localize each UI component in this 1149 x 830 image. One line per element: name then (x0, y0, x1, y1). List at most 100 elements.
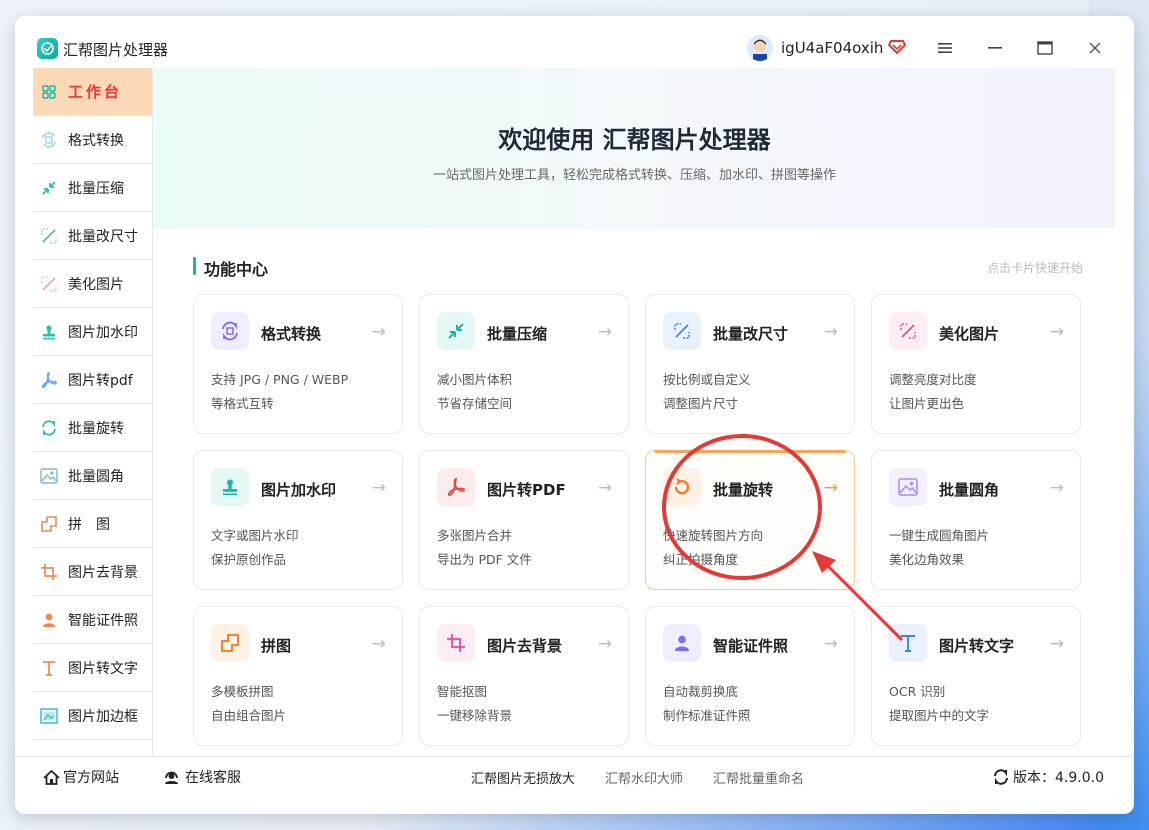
main-content: 欢迎使用 汇帮图片处理器 一站式图片处理工具，轻松完成格式转换、压缩、加水印、拼… (154, 68, 1115, 756)
card-round-corner[interactable]: 批量圆角 → 一键生成圆角图片 美化边角效果 (871, 450, 1081, 590)
sidebar-item-label: 批量压缩 (68, 180, 124, 197)
crop-icon (437, 624, 475, 662)
card-format-convert[interactable]: 格式转换 → 支持 JPG / PNG / WEBP 等格式互转 (193, 294, 403, 434)
card-title: 批量圆角 (939, 481, 1000, 499)
card-desc: 按比例或自定义 (663, 372, 751, 387)
puzzle-icon (39, 514, 59, 534)
card-puzzle[interactable]: 拼图 → 多模板拼图 自由组合图片 (193, 606, 403, 746)
card-desc: 纠正拍摄角度 (663, 552, 739, 567)
sidebar-item-id-photo[interactable]: 智能证件照 (33, 596, 152, 644)
card-watermark[interactable]: 图片加水印 → 文字或图片水印 保护原创作品 (193, 450, 403, 590)
app-logo-icon (37, 38, 58, 59)
sidebar-item-label: 批量改尺寸 (68, 228, 138, 245)
card-to-pdf[interactable]: 图片转PDF → 多张图片合并 导出为 PDF 文件 (419, 450, 629, 590)
sidebar-item-remove-bg[interactable]: 图片去背景 (33, 548, 152, 596)
arrow-right-icon: → (371, 322, 386, 342)
rotate-icon (39, 418, 59, 438)
link-watermark-master[interactable]: 汇帮水印大师 (605, 768, 683, 787)
arrow-right-icon: → (371, 634, 386, 654)
card-desc: 让图片更出色 (889, 396, 965, 411)
welcome-banner: 欢迎使用 汇帮图片处理器 一站式图片处理工具，轻松完成格式转换、压缩、加水印、拼… (154, 68, 1115, 228)
resize-icon (39, 226, 59, 246)
card-desc: 多模板拼图 (211, 684, 274, 699)
card-title: 智能证件照 (713, 637, 789, 655)
card-desc: 多张图片合并 (437, 528, 513, 543)
person-icon (39, 610, 59, 630)
sidebar-item-frame[interactable]: 图片加边框 (33, 692, 152, 740)
sidebar-item-round-corner[interactable]: 批量圆角 (33, 452, 152, 500)
beautify-icon (889, 312, 927, 350)
online-support-label: 在线客服 (185, 770, 241, 786)
card-desc: 制作标准证件照 (663, 708, 751, 723)
app-title: 汇帮图片处理器 (63, 41, 169, 59)
arrow-right-icon: → (1049, 634, 1064, 654)
link-upscale[interactable]: 汇帮图片无损放大 (471, 768, 575, 787)
link-batch-rename[interactable]: 汇帮批量重命名 (713, 768, 804, 787)
vip-diamond-icon[interactable] (887, 37, 907, 59)
section-title: 功能中心 (204, 260, 269, 279)
sidebar-item-compress[interactable]: 批量压缩 (33, 164, 152, 212)
card-desc: 保护原创作品 (211, 552, 287, 567)
sidebar-item-label: 美化图片 (68, 276, 124, 293)
puzzle-icon (211, 624, 249, 662)
card-title: 批量压缩 (487, 325, 548, 343)
sidebar-item-resize[interactable]: 批量改尺寸 (33, 212, 152, 260)
compress-icon (39, 178, 59, 198)
card-desc: 调整亮度对比度 (889, 372, 977, 387)
card-desc: 自动裁剪换底 (663, 684, 739, 699)
arrow-right-icon: → (823, 478, 838, 498)
card-desc: 导出为 PDF 文件 (437, 552, 532, 567)
version-info[interactable]: 版本：4.9.0.0 (993, 767, 1104, 787)
sidebar-item-label: 批量旋转 (68, 420, 124, 437)
sidebar-item-label: 图片加边框 (68, 708, 138, 725)
official-site-link[interactable]: 官方网站 (43, 767, 119, 787)
sidebar-item-ocr[interactable]: 图片转文字 (33, 644, 152, 692)
arrow-right-icon: → (597, 634, 612, 654)
text-icon (889, 624, 927, 662)
beautify-icon (39, 274, 59, 294)
convert-icon (39, 130, 59, 150)
sidebar-item-rotate[interactable]: 批量旋转 (33, 404, 152, 452)
sidebar-item-label: 批量圆角 (68, 468, 124, 485)
card-remove-bg[interactable]: 图片去背景 → 智能抠图 一键移除背景 (419, 606, 629, 746)
card-desc: OCR 识别 (889, 684, 946, 699)
arrow-right-icon: → (371, 478, 386, 498)
sidebar-item-puzzle[interactable]: 拼 图 (33, 500, 152, 548)
sidebar-item-label: 图片转文字 (68, 660, 138, 677)
image-icon (39, 466, 59, 486)
card-batch-compress[interactable]: 批量压缩 → 减小图片体积 节省存储空间 (419, 294, 629, 434)
page-subtitle: 一站式图片处理工具，轻松完成格式转换、压缩、加水印、拼图等操作 (432, 168, 836, 183)
card-desc: 自由组合图片 (211, 708, 287, 723)
page-title: 欢迎使用 汇帮图片处理器 (498, 126, 771, 154)
frame-icon (39, 706, 59, 726)
online-support-link[interactable]: 在线客服 (163, 767, 241, 787)
card-beautify[interactable]: 美化图片 → 调整亮度对比度 让图片更出色 (871, 294, 1081, 434)
maximize-icon[interactable] (1033, 36, 1057, 60)
home-icon (43, 769, 60, 785)
sidebar-item-label: 图片去背景 (68, 564, 138, 581)
card-batch-resize[interactable]: 批量改尺寸 → 按比例或自定义 调整图片尺寸 (645, 294, 855, 434)
menu-icon[interactable] (933, 36, 957, 60)
sidebar-item-format[interactable]: 格式转换 (33, 116, 152, 164)
convert-icon (211, 312, 249, 350)
sidebar-item-watermark[interactable]: 图片加水印 (33, 308, 152, 356)
close-icon[interactable] (1083, 36, 1107, 60)
card-batch-rotate[interactable]: 批量旋转 → 快速旋转图片方向 纠正拍摄角度 (645, 450, 855, 590)
headset-icon (165, 771, 178, 784)
sidebar-item-workbench[interactable]: 工作台 (33, 68, 152, 116)
card-ocr[interactable]: 图片转文字 → OCR 识别 提取图片中的文字 (871, 606, 1081, 746)
card-desc: 快速旋转图片方向 (663, 528, 764, 543)
avatar[interactable] (747, 35, 773, 61)
arrow-right-icon: → (1049, 322, 1064, 342)
card-id-photo[interactable]: 智能证件照 → 自动裁剪换底 制作标准证件照 (645, 606, 855, 746)
sidebar-item-beautify[interactable]: 美化图片 (33, 260, 152, 308)
username[interactable]: igU4aF04oxih (781, 39, 883, 57)
stamp-icon (211, 468, 249, 506)
image-icon (889, 468, 927, 506)
sidebar-item-to-pdf[interactable]: 图片转pdf (33, 356, 152, 404)
card-desc: 美化边角效果 (889, 552, 965, 567)
card-title: 图片转PDF (487, 481, 566, 499)
minimize-icon[interactable] (983, 36, 1007, 60)
arrow-right-icon: → (597, 478, 612, 498)
card-desc: 减小图片体积 (437, 372, 513, 387)
